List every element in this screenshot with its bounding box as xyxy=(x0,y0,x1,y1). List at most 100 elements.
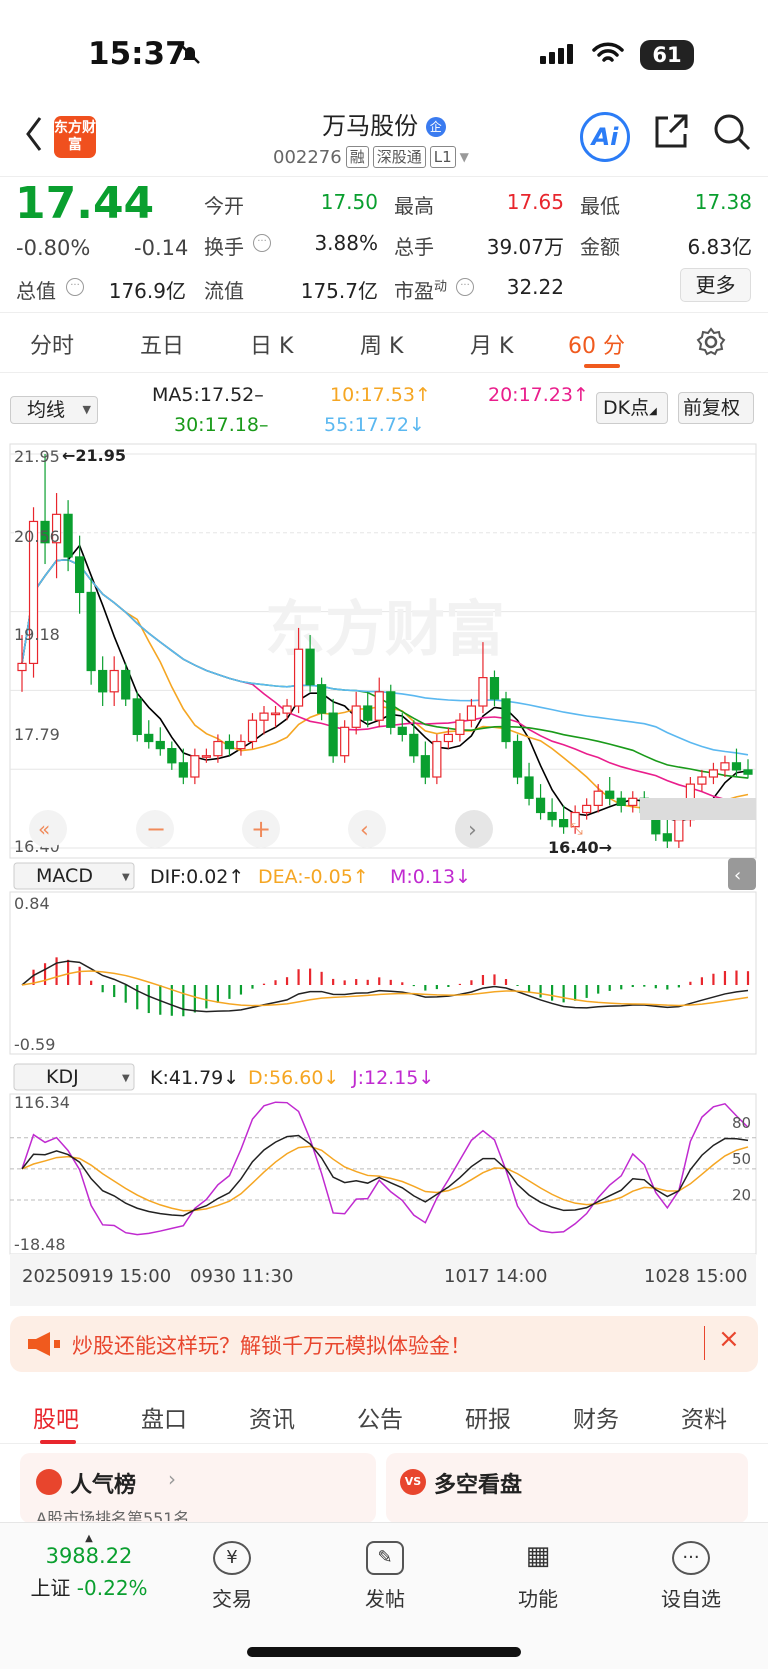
candle-body xyxy=(75,556,85,594)
tab-monthly[interactable]: 月 K xyxy=(470,328,513,360)
ma-selector-label: 均线 xyxy=(27,399,66,421)
left-icon: ‹ xyxy=(734,865,741,886)
kdj-k: K:41.79↓ xyxy=(150,1067,239,1089)
dk-point-button[interactable]: DK点◢ xyxy=(596,392,668,424)
tab-5day[interactable]: 五日 xyxy=(140,328,184,360)
amount-value: 6.83亿 xyxy=(687,235,752,259)
tag-margin: 融 xyxy=(345,146,369,168)
date-2: 0930 11:30 xyxy=(190,1266,293,1287)
longshort-card[interactable]: VS 多空看盘 xyxy=(386,1453,748,1523)
candle-body xyxy=(432,740,442,778)
candle-body xyxy=(132,698,142,736)
ma10-value: 10:17.53↑ xyxy=(330,384,431,406)
index-change: -0.22% xyxy=(76,1576,148,1600)
tab-pankou[interactable]: 盘口 xyxy=(141,1400,187,1434)
float-value: 175.7亿 xyxy=(300,279,378,303)
candle-body xyxy=(547,811,557,821)
volume-value: 39.07万 xyxy=(486,235,564,259)
low-label: 最低 xyxy=(580,194,620,218)
caret-down-icon: ▼ xyxy=(122,872,130,883)
share-icon[interactable] xyxy=(652,112,690,150)
close-icon[interactable]: × xyxy=(718,1324,740,1354)
caret-down-icon: ▼ xyxy=(82,403,91,416)
more-button[interactable]: 更多 xyxy=(680,268,751,302)
divider xyxy=(704,1326,705,1360)
high-value: 17.65 xyxy=(506,190,564,214)
search-icon[interactable] xyxy=(712,112,752,152)
tab-daily[interactable]: 日 K xyxy=(250,328,293,360)
kdj-top: 116.34 xyxy=(14,1093,70,1112)
kline-chart[interactable]: 东方财富 21.95 20.56 19.18 17.79 16.40 ←21.9… xyxy=(0,440,768,1310)
dock-watchlist[interactable]: ··· 设自选 xyxy=(641,1541,741,1612)
date-1: 20250919 15:00 xyxy=(22,1266,171,1287)
mktcap-label: 总值 xyxy=(16,279,56,303)
candle-body xyxy=(397,726,407,736)
tab-finance[interactable]: 财务 xyxy=(573,1400,619,1434)
index-value: 3988.22 xyxy=(45,1544,133,1568)
dock-trade[interactable]: ¥ 交易 xyxy=(182,1541,282,1612)
dk-label: DK点 xyxy=(603,397,650,419)
tag-level: L1 xyxy=(429,146,456,168)
tab-60min[interactable]: 60 分 xyxy=(568,328,625,360)
date-4: 1028 15:00 xyxy=(644,1266,747,1287)
tab-intraday[interactable]: 分时 xyxy=(30,328,74,360)
tab-research[interactable]: 研报 xyxy=(465,1400,511,1434)
promo-banner[interactable]: 炒股还能这样玩？解锁千万元模拟体验金！ × xyxy=(10,1316,758,1372)
pe-sup: 动 xyxy=(434,279,448,295)
mktcap-value: 176.9亿 xyxy=(108,279,186,303)
stock-tags[interactable]: 002276 融 深股通 L1 ▼ xyxy=(273,146,469,168)
more-dots-icon[interactable]: ··· xyxy=(253,234,271,252)
feature-cards: 人气榜 › A股市场排名第551名 VS 多空看盘 xyxy=(20,1453,748,1523)
double-left-icon: « xyxy=(38,817,50,841)
wifi-icon xyxy=(592,42,624,62)
candle-body xyxy=(708,769,719,778)
expand-icon[interactable]: ⤡ xyxy=(570,819,583,838)
caret-down-icon: ▼ xyxy=(459,150,469,164)
candle-body xyxy=(628,797,638,807)
more-dots-icon[interactable]: ··· xyxy=(456,278,474,296)
dock-function[interactable]: ▦ 功能 xyxy=(488,1541,588,1612)
candle-body xyxy=(144,733,154,743)
candle-body xyxy=(236,740,246,750)
settings-gear-icon[interactable] xyxy=(696,327,726,357)
grid-icon: ▦ xyxy=(525,1541,551,1571)
kdj-line-80: 80 xyxy=(732,1114,751,1132)
collapse-button[interactable] xyxy=(728,858,756,890)
left-icon: ‹ xyxy=(360,818,369,843)
battery-icon: 61 xyxy=(640,40,694,70)
volume-label: 总手 xyxy=(394,235,434,259)
tab-notice[interactable]: 公告 xyxy=(357,1400,403,1434)
status-bar: 15:37 61 xyxy=(0,0,768,110)
popularity-card[interactable]: 人气榜 › A股市场排名第551名 xyxy=(20,1453,376,1523)
pe-value: 32.22 xyxy=(506,275,564,299)
tab-profile[interactable]: 资料 xyxy=(681,1400,727,1434)
date-3: 1017 14:00 xyxy=(444,1266,547,1287)
ma-legend: 均线 ▼ MA5:17.52– 10:17.53↑ 20:17.23↑ 30:17… xyxy=(0,376,768,436)
candle-body xyxy=(17,662,27,672)
tab-news[interactable]: 资讯 xyxy=(249,1400,295,1434)
minus-icon: − xyxy=(146,815,166,843)
ma20-value: 20:17.23↑ xyxy=(488,384,589,406)
macd-top: 0.84 xyxy=(14,894,50,913)
tab-guba[interactable]: 股吧 xyxy=(33,1400,79,1434)
tab-weekly[interactable]: 周 K xyxy=(360,328,403,360)
dock-post[interactable]: ✎ 发帖 xyxy=(335,1541,435,1612)
dock-trade-label: 交易 xyxy=(212,1587,252,1611)
megaphone-icon xyxy=(28,1332,60,1356)
macd-m: M:0.13↓ xyxy=(390,866,471,888)
candle-body xyxy=(374,691,384,721)
ai-button[interactable]: Ai xyxy=(580,112,630,162)
candle-body xyxy=(167,748,177,764)
ma30-value: 30:17.18– xyxy=(174,414,269,436)
more-dots-icon[interactable]: ··· xyxy=(66,278,84,296)
ma-selector[interactable]: 均线 ▼ xyxy=(10,396,98,424)
candle-body xyxy=(466,705,477,721)
corner-arrow-icon: ◢ xyxy=(649,406,657,417)
candle-body xyxy=(386,691,396,728)
index-widget[interactable]: ▲ 3988.22 上证 -0.22% xyxy=(24,1533,154,1601)
adjust-button[interactable]: 前复权 xyxy=(678,392,754,424)
candle-body xyxy=(328,712,338,757)
turnover-value: 3.88% xyxy=(314,231,378,255)
right-icon: › xyxy=(468,818,477,843)
candle-body xyxy=(213,740,223,757)
